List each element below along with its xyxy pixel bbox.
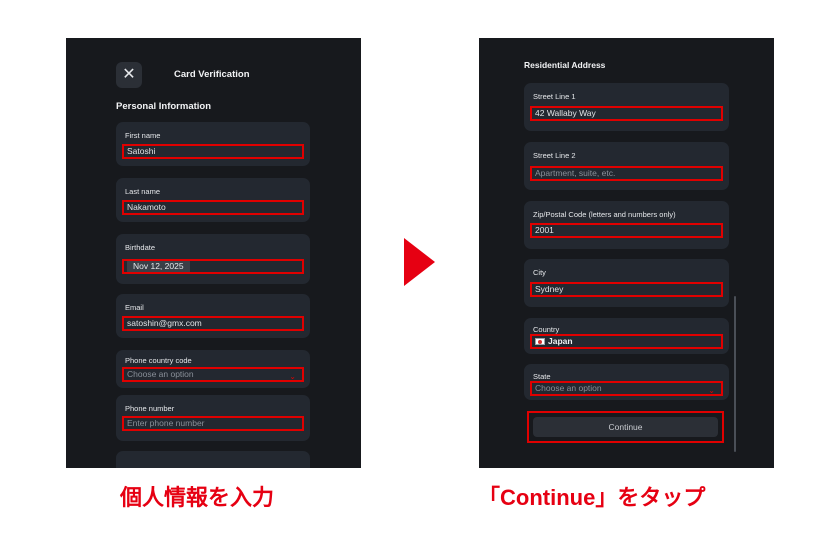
- caption-tap-continue: 「Continue」をタップ: [478, 485, 706, 510]
- city-label: City: [533, 268, 546, 277]
- zip-code-input[interactable]: 2001: [530, 223, 723, 238]
- chevron-down-icon: ⌄: [289, 372, 296, 381]
- caption-enter-info: 個人情報を入力: [120, 485, 275, 510]
- left-screen: ✕ Card Verification Personal Information…: [66, 38, 361, 468]
- country-field: Country Japan: [524, 318, 729, 354]
- close-button[interactable]: ✕: [116, 62, 142, 88]
- phone-number-field: Phone number Enter phone number: [116, 395, 310, 441]
- right-screen: Residential Address Street Line 1 42 Wal…: [479, 38, 774, 468]
- last-name-field: Last name Nakamoto: [116, 178, 310, 222]
- birthdate-label: Birthdate: [125, 243, 156, 252]
- continue-highlight: Continue: [527, 411, 724, 443]
- zip-code-label: Zip/Postal Code (letters and numbers onl…: [533, 210, 676, 219]
- email-field: Email satoshin@gmx.com: [116, 294, 310, 338]
- japan-flag-icon: [535, 338, 545, 345]
- section-title-residential: Residential Address: [524, 60, 606, 70]
- continue-button[interactable]: Continue: [533, 417, 718, 437]
- state-field: State Choose an option ⌄: [524, 364, 729, 400]
- next-field-partial: [116, 451, 310, 468]
- right-arrow-icon: [404, 238, 435, 286]
- phone-country-code-label: Phone country code: [125, 356, 192, 365]
- state-label: State: [533, 372, 551, 381]
- phone-country-code-placeholder: Choose an option: [127, 369, 194, 379]
- zip-code-field: Zip/Postal Code (letters and numbers onl…: [524, 201, 729, 249]
- page-title: Card Verification: [174, 69, 250, 80]
- first-name-field: First name Satoshi: [116, 122, 310, 166]
- city-input[interactable]: Sydney: [530, 282, 723, 297]
- phone-country-code-select[interactable]: Choose an option ⌄: [122, 367, 304, 382]
- country-select[interactable]: Japan: [530, 334, 723, 349]
- country-value: Japan: [548, 336, 573, 346]
- street-line-2-input[interactable]: Apartment, suite, etc.: [530, 166, 723, 181]
- state-placeholder: Choose an option: [535, 383, 602, 393]
- state-select[interactable]: Choose an option ⌄: [530, 381, 723, 396]
- phone-number-label: Phone number: [125, 404, 175, 413]
- street-line-1-input[interactable]: 42 Wallaby Way: [530, 106, 723, 121]
- birthdate-value: Nov 12, 2025: [127, 261, 190, 272]
- scrollbar[interactable]: [734, 296, 736, 452]
- country-label: Country: [533, 325, 560, 334]
- phone-country-code-field: Phone country code Choose an option ⌄: [116, 350, 310, 388]
- email-input[interactable]: satoshin@gmx.com: [122, 316, 304, 331]
- street-line-1-label: Street Line 1: [533, 92, 576, 101]
- last-name-label: Last name: [125, 187, 161, 196]
- phone-number-input[interactable]: Enter phone number: [122, 416, 304, 431]
- birthdate-field: Birthdate Nov 12, 2025: [116, 234, 310, 284]
- street-line-2-label: Street Line 2: [533, 151, 576, 160]
- first-name-label: First name: [125, 131, 161, 140]
- close-icon: ✕: [122, 66, 136, 83]
- first-name-input[interactable]: Satoshi: [122, 144, 304, 159]
- city-field: City Sydney: [524, 259, 729, 307]
- email-label: Email: [125, 303, 144, 312]
- chevron-down-icon: ⌄: [708, 386, 715, 395]
- last-name-input[interactable]: Nakamoto: [122, 200, 304, 215]
- street-line-1-field: Street Line 1 42 Wallaby Way: [524, 83, 729, 131]
- section-title-personal: Personal Information: [116, 101, 212, 112]
- birthdate-input[interactable]: Nov 12, 2025: [122, 259, 304, 274]
- street-line-2-field: Street Line 2 Apartment, suite, etc.: [524, 142, 729, 190]
